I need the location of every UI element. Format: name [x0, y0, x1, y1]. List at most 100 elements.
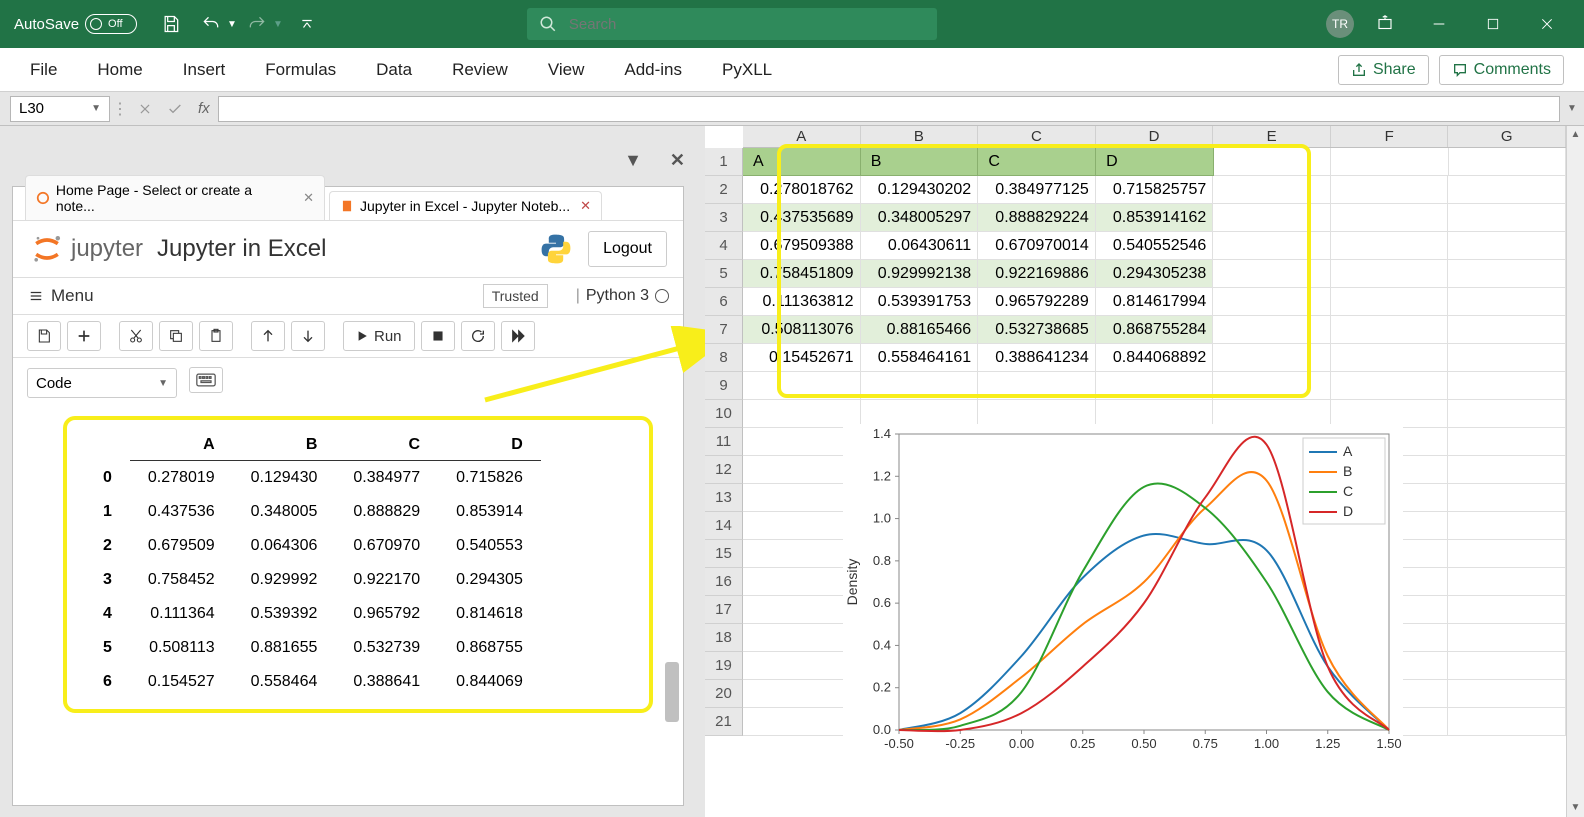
row-header[interactable]: 13: [705, 484, 743, 512]
cell[interactable]: 0.539391753: [861, 288, 979, 316]
search-box[interactable]: [527, 8, 937, 40]
cell[interactable]: 0.129430202: [861, 176, 979, 204]
row-header[interactable]: 9: [705, 372, 743, 400]
row-headers[interactable]: 123456789101112131415161718192021: [705, 148, 743, 736]
cell[interactable]: 0.437535689: [743, 204, 861, 232]
save-button[interactable]: [27, 321, 61, 351]
cell[interactable]: [1448, 568, 1566, 596]
command-palette-button[interactable]: [189, 367, 223, 393]
minimize-button[interactable]: [1416, 8, 1462, 40]
cell[interactable]: [1331, 372, 1449, 400]
cell[interactable]: [1448, 428, 1566, 456]
col-header[interactable]: E: [1213, 126, 1331, 147]
row-header[interactable]: 1: [705, 148, 743, 176]
cell[interactable]: [1448, 484, 1566, 512]
column-headers[interactable]: ABCDEFG: [743, 126, 1566, 148]
stop-button[interactable]: [421, 321, 455, 351]
cell[interactable]: 0.558464161: [861, 344, 979, 372]
pane-dropdown-icon[interactable]: ▼: [624, 150, 642, 171]
cell[interactable]: [1448, 652, 1566, 680]
trusted-badge[interactable]: Trusted: [483, 284, 548, 308]
close-button[interactable]: [1524, 8, 1570, 40]
qat-customize-icon[interactable]: [291, 8, 323, 40]
grip-icon[interactable]: ⋮: [110, 99, 130, 119]
cell[interactable]: 0.388641234: [978, 344, 1096, 372]
row-header[interactable]: 7: [705, 316, 743, 344]
cancel-formula-button[interactable]: [130, 96, 160, 122]
cell[interactable]: 0.111363812: [743, 288, 861, 316]
row-header[interactable]: 11: [705, 428, 743, 456]
close-icon[interactable]: ✕: [303, 190, 314, 206]
scroll-up-icon[interactable]: ▲: [1567, 126, 1584, 144]
col-header[interactable]: C: [978, 126, 1096, 147]
undo-icon[interactable]: [195, 8, 227, 40]
tab-view[interactable]: View: [528, 50, 605, 90]
cell[interactable]: 0.540552546: [1096, 232, 1214, 260]
col-header[interactable]: G: [1448, 126, 1566, 147]
redo-icon[interactable]: [241, 8, 273, 40]
formula-expand-icon[interactable]: ▼: [1560, 103, 1584, 114]
tab-formulas[interactable]: Formulas: [245, 50, 356, 90]
cell[interactable]: 0.06430611: [861, 232, 979, 260]
cell[interactable]: [1096, 372, 1214, 400]
col-header[interactable]: D: [1096, 126, 1214, 147]
tab-data[interactable]: Data: [356, 50, 432, 90]
cell[interactable]: 0.853914162: [1096, 204, 1214, 232]
move-up-button[interactable]: [251, 321, 285, 351]
comments-button[interactable]: Comments: [1439, 55, 1564, 85]
grid[interactable]: ABCD 0.2780187620.1294302020.3849771250.…: [743, 148, 1566, 817]
tab-pyxll[interactable]: PyXLL: [702, 50, 792, 90]
row-header[interactable]: 6: [705, 288, 743, 316]
pane-close-icon[interactable]: ✕: [670, 150, 685, 171]
row-header[interactable]: 14: [705, 512, 743, 540]
cell[interactable]: [1448, 680, 1566, 708]
cell[interactable]: [1448, 456, 1566, 484]
maximize-button[interactable]: [1470, 8, 1516, 40]
run-button[interactable]: Run: [343, 321, 415, 351]
row-header[interactable]: 12: [705, 456, 743, 484]
col-header[interactable]: B: [861, 126, 979, 147]
cell[interactable]: [1213, 372, 1331, 400]
close-icon[interactable]: ✕: [580, 198, 591, 214]
celltype-select[interactable]: Code▼: [27, 368, 177, 398]
cell[interactable]: [1448, 512, 1566, 540]
cell[interactable]: [1448, 708, 1566, 736]
cell[interactable]: [1448, 372, 1566, 400]
row-header[interactable]: 20: [705, 680, 743, 708]
cell[interactable]: 0.278018762: [743, 176, 861, 204]
restart-button[interactable]: [461, 321, 495, 351]
row-header[interactable]: 5: [705, 260, 743, 288]
cell[interactable]: [743, 372, 861, 400]
cell[interactable]: [978, 372, 1096, 400]
chevron-down-icon[interactable]: ▼: [91, 103, 101, 114]
cell[interactable]: A: [743, 148, 861, 176]
cell[interactable]: 0.868755284: [1096, 316, 1214, 344]
cell[interactable]: [1448, 540, 1566, 568]
notebook-title[interactable]: Jupyter in Excel: [157, 235, 326, 263]
cell[interactable]: [861, 372, 979, 400]
row-header[interactable]: 17: [705, 596, 743, 624]
cell[interactable]: D: [1096, 148, 1214, 176]
cell[interactable]: B: [861, 148, 979, 176]
save-icon[interactable]: [155, 8, 187, 40]
cell[interactable]: 0.814617994: [1096, 288, 1214, 316]
cell[interactable]: 0.88165466: [861, 316, 979, 344]
enter-formula-button[interactable]: [160, 96, 190, 122]
cell[interactable]: 0.929992138: [861, 260, 979, 288]
kernel-indicator[interactable]: | Python 3: [576, 287, 669, 305]
paste-button[interactable]: [199, 321, 233, 351]
run-all-button[interactable]: [501, 321, 535, 351]
copy-button[interactable]: [159, 321, 193, 351]
cell[interactable]: 0.532738685: [978, 316, 1096, 344]
redo-dropdown-icon[interactable]: ▼: [273, 19, 283, 30]
row-header[interactable]: 2: [705, 176, 743, 204]
row-header[interactable]: 15: [705, 540, 743, 568]
autosave-toggle[interactable]: Off: [85, 14, 137, 34]
cell[interactable]: [1448, 624, 1566, 652]
search-input[interactable]: [569, 16, 925, 33]
cell[interactable]: 0.348005297: [861, 204, 979, 232]
row-header[interactable]: 10: [705, 400, 743, 428]
cell[interactable]: 0.508113076: [743, 316, 861, 344]
tab-home[interactable]: Home: [77, 50, 162, 90]
col-header[interactable]: F: [1331, 126, 1449, 147]
